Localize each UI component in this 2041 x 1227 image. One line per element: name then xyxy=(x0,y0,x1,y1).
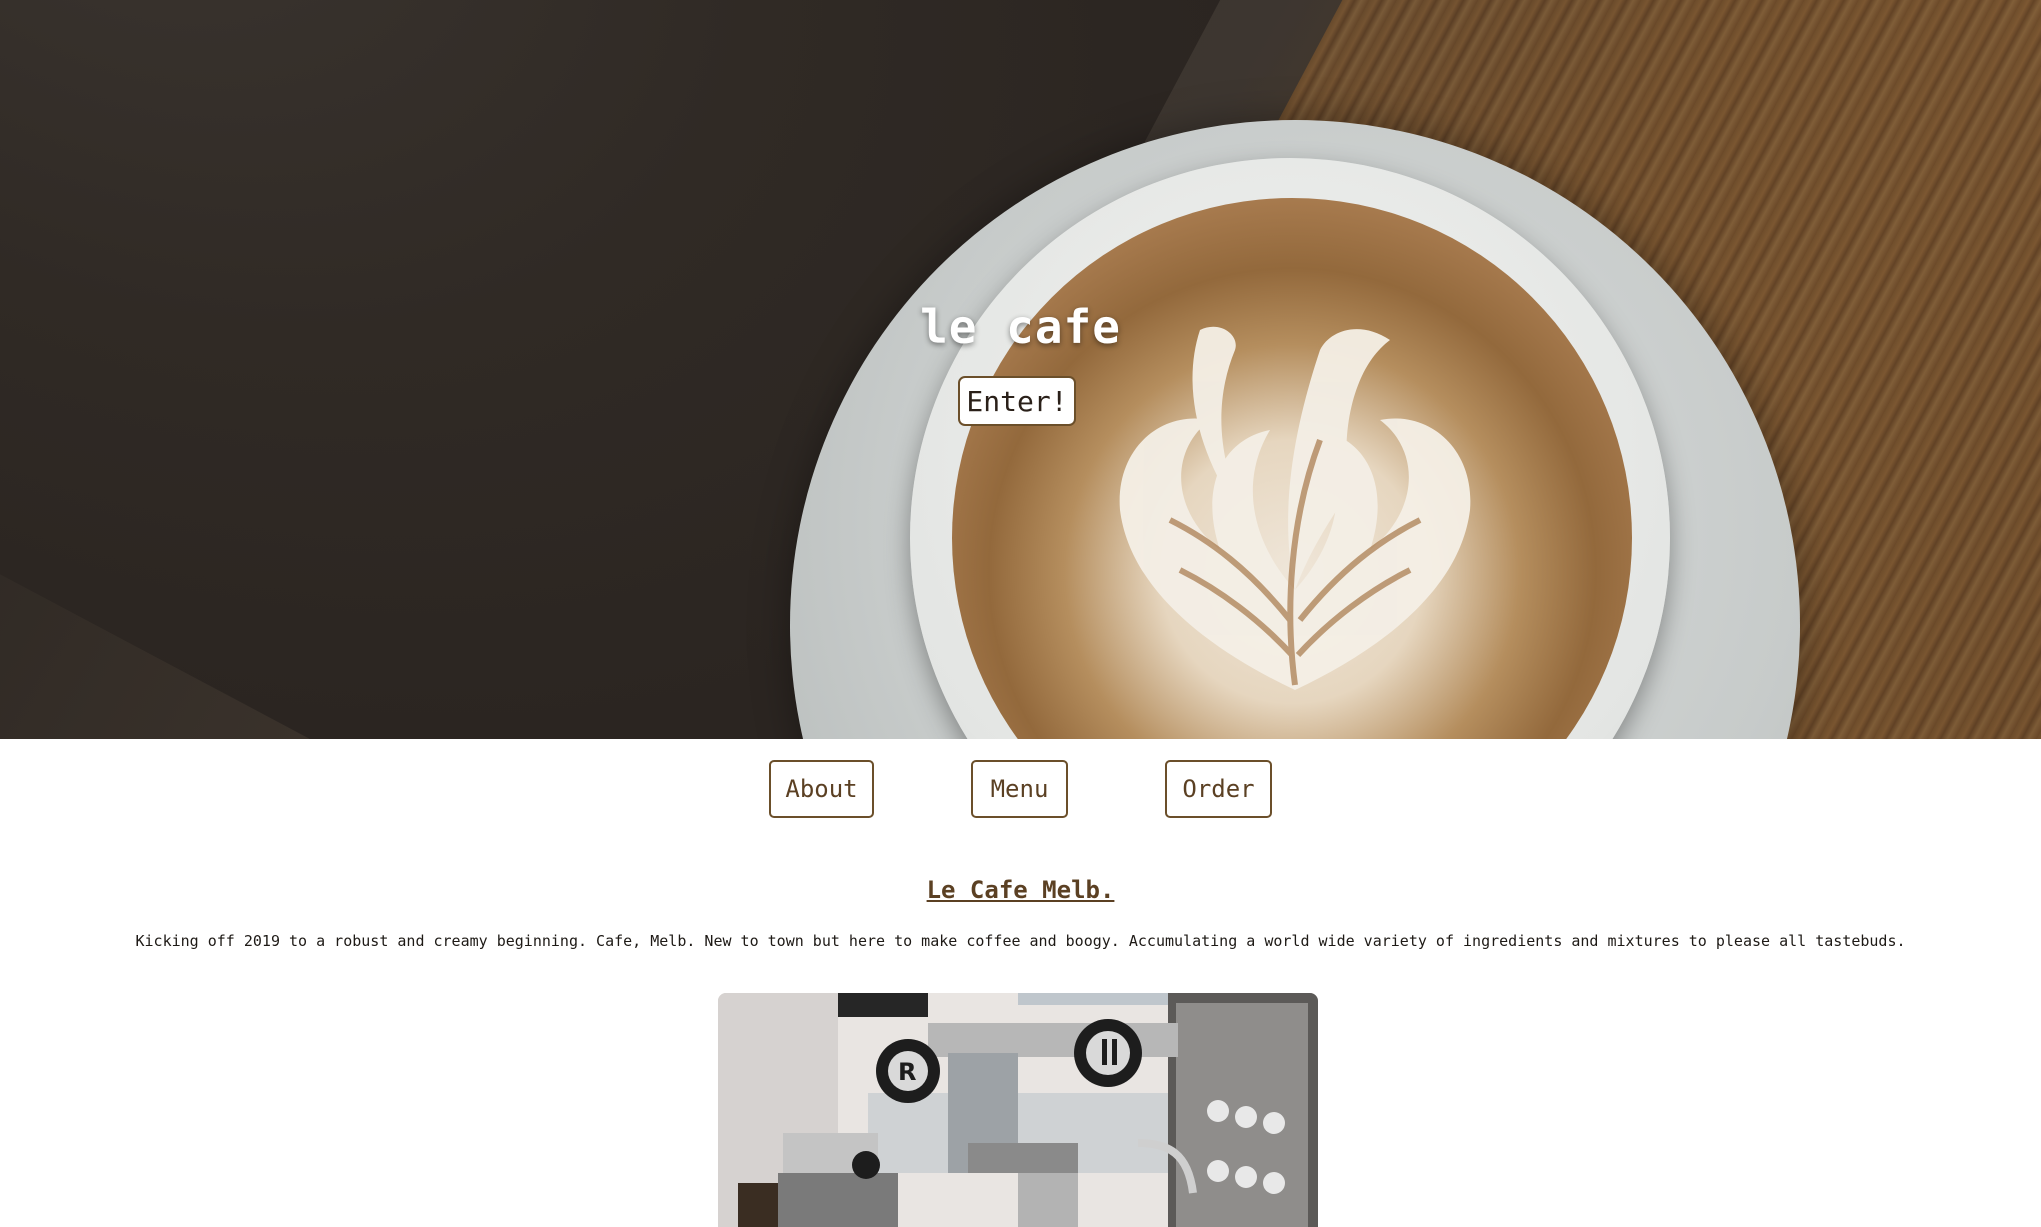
enter-button[interactable]: Enter! xyxy=(958,376,1076,426)
nav-about-button[interactable]: About xyxy=(769,760,874,818)
page: le cafe Enter! About Menu Order Le Cafe … xyxy=(0,0,2041,1227)
section-title: Le Cafe Melb. xyxy=(926,876,1115,904)
hero-banner: le cafe Enter! xyxy=(0,0,2041,739)
intro-text: Kicking off 2019 to a robust and creamy … xyxy=(135,932,1906,950)
svg-text:R: R xyxy=(898,1058,916,1086)
nav-menu-button[interactable]: Menu xyxy=(971,760,1068,818)
nav-order-button[interactable]: Order xyxy=(1165,760,1272,818)
brand-title: le cafe xyxy=(920,300,1121,354)
espresso-machine-illustration: R xyxy=(718,993,1318,1227)
espresso-machine-image: R xyxy=(718,993,1318,1227)
